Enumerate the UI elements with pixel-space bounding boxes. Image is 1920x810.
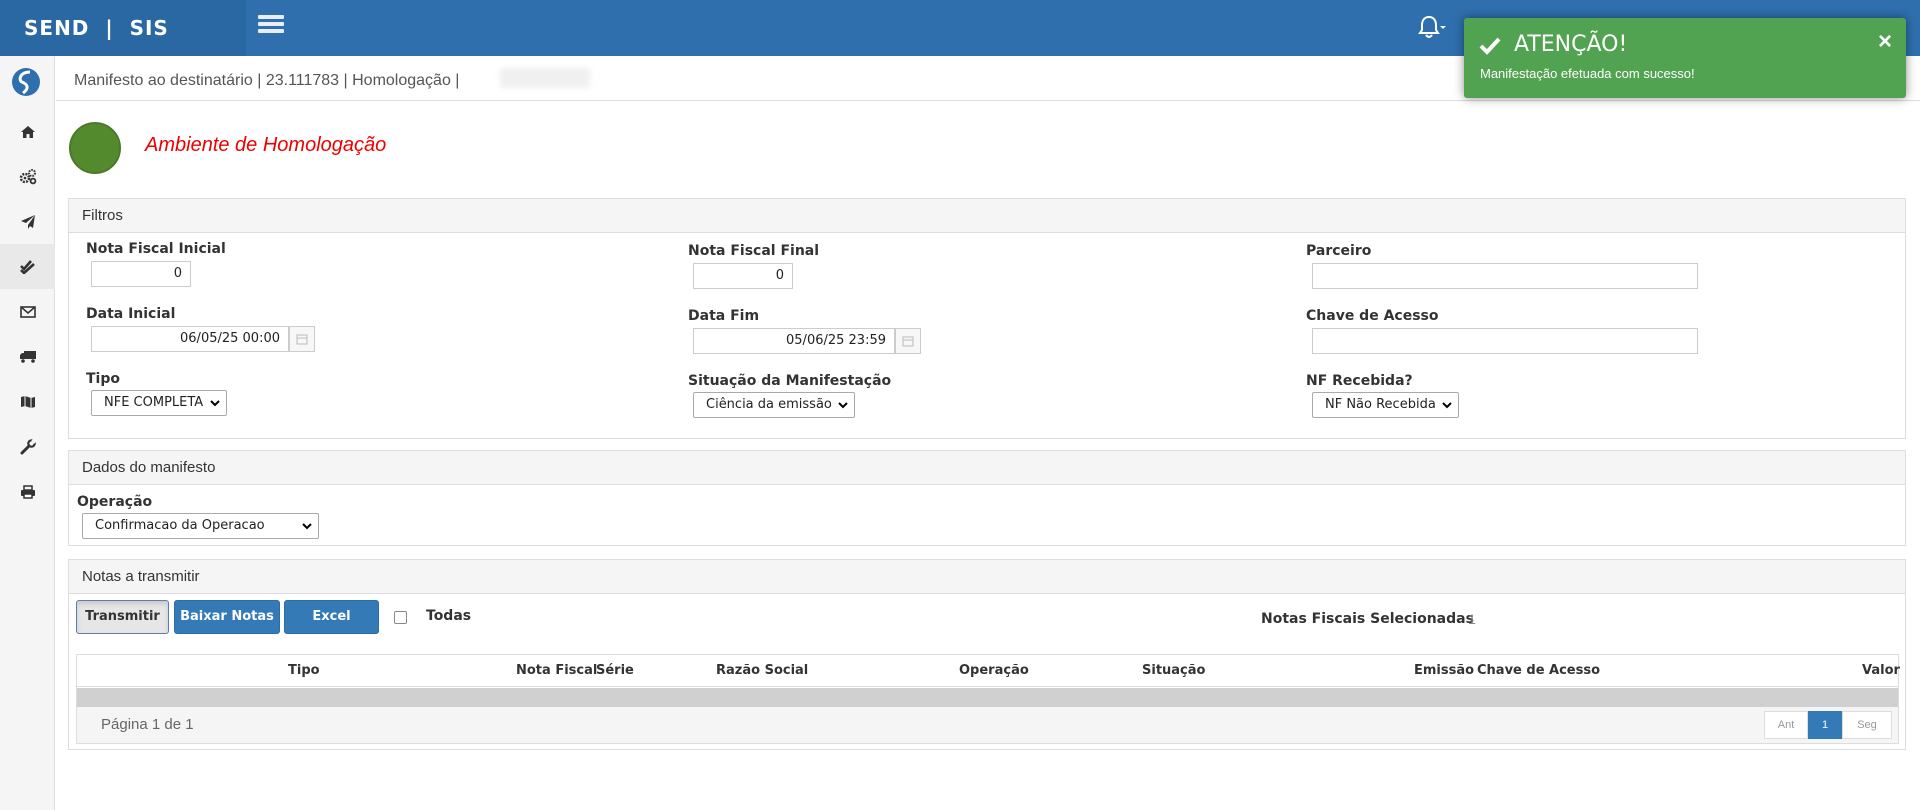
column-header-serie[interactable]: Série	[596, 655, 634, 687]
column-header-situacao[interactable]: Situação	[1142, 655, 1205, 687]
transmitir-button[interactable]: Transmitir	[76, 600, 169, 634]
nf-recebida-select[interactable]: NF Não Recebida	[1312, 392, 1459, 418]
table-empty-row	[77, 688, 1898, 707]
parceiro-label: Parceiro	[1306, 243, 1372, 259]
redacted-area	[500, 68, 590, 88]
nf-final-input[interactable]: 0	[693, 263, 793, 289]
todas-checkbox[interactable]	[394, 611, 407, 624]
nf-inicial-input[interactable]: 0	[91, 261, 191, 287]
chevron-down-icon	[210, 400, 220, 407]
notas-panel: Notas a transmitir Transmitir Baixar Not…	[68, 559, 1906, 750]
situacao-label: Situação da Manifestação	[688, 373, 892, 389]
filters-panel-title: Filtros	[69, 199, 1905, 233]
chevron-down-icon	[838, 402, 848, 409]
chave-acesso-input[interactable]	[1312, 328, 1698, 354]
app-brand[interactable]: SEND | SIS	[0, 0, 246, 56]
filters-panel: Filtros Nota Fiscal Inicial 0 Nota Fisca…	[68, 198, 1906, 439]
excel-button[interactable]: Excel	[284, 600, 379, 634]
wrench-icon[interactable]	[0, 424, 55, 469]
calendar-icon[interactable]	[895, 328, 921, 354]
double-check-icon[interactable]	[0, 244, 55, 289]
tipo-select-value: NFE COMPLETA	[104, 395, 204, 410]
sidebar	[0, 56, 55, 810]
column-header-chave-acesso[interactable]: Chave de Acesso	[1477, 655, 1600, 687]
tipo-select[interactable]: NFE COMPLETA	[91, 390, 227, 416]
data-fim-input[interactable]: 05/06/25 23:59	[693, 328, 895, 354]
data-fim-label: Data Fim	[688, 308, 760, 324]
breadcrumb: Manifesto ao destinatário | 23.111783 | …	[74, 72, 460, 89]
nf-recebida-label: NF Recebida?	[1306, 373, 1413, 389]
checkmark-icon	[1479, 37, 1501, 55]
close-icon[interactable]: ×	[1878, 30, 1892, 54]
operacao-select[interactable]: Confirmacao da Operacao	[82, 513, 319, 539]
nf-recebida-select-value: NF Não Recebida	[1325, 397, 1436, 412]
gears-icon[interactable]	[0, 154, 55, 199]
manifesto-panel: Dados do manifesto Operação Confirmacao …	[68, 450, 1906, 546]
chave-acesso-label: Chave de Acesso	[1306, 308, 1439, 324]
column-header-operacao[interactable]: Operação	[959, 655, 1029, 687]
bell-icon[interactable]	[1418, 14, 1446, 40]
toast-message: Manifestação efetuada com sucesso!	[1480, 66, 1695, 81]
operacao-select-value: Confirmacao da Operacao	[95, 518, 265, 533]
home-icon[interactable]	[0, 109, 55, 154]
situacao-select-value: Ciência da emissão	[706, 397, 832, 412]
operacao-label: Operação	[77, 494, 153, 510]
parceiro-input[interactable]	[1312, 263, 1698, 289]
nf-inicial-label: Nota Fiscal Inicial	[86, 241, 226, 257]
situacao-select[interactable]: Ciência da emissão	[693, 392, 855, 418]
menu-toggle-icon[interactable]	[258, 15, 284, 37]
selecionadas-count: 1	[1468, 611, 1476, 627]
manifesto-panel-title: Dados do manifesto	[69, 451, 1905, 485]
envelope-icon[interactable]	[0, 289, 55, 334]
data-inicial-input[interactable]: 06/05/25 00:00	[91, 326, 289, 352]
selecionadas-label: Notas Fiscais Selecionadas	[1261, 611, 1474, 627]
toast-title: ATENÇÃO!	[1514, 32, 1628, 57]
chevron-down-icon	[1442, 402, 1452, 409]
todas-label: Todas	[426, 608, 472, 624]
paper-plane-icon[interactable]	[0, 199, 55, 244]
app-logo-icon[interactable]	[10, 66, 42, 98]
column-header-valor[interactable]: Valor	[1862, 655, 1900, 687]
success-toast[interactable]: ATENÇÃO! Manifestação efetuada com suces…	[1464, 18, 1906, 98]
chevron-down-icon	[302, 523, 312, 530]
tipo-label: Tipo	[86, 371, 120, 387]
pager-page-1-button[interactable]: 1	[1808, 711, 1842, 739]
nf-final-label: Nota Fiscal Final	[688, 243, 820, 259]
calendar-icon[interactable]	[289, 326, 315, 352]
column-header-nota-fiscal[interactable]: Nota Fiscal	[516, 655, 597, 687]
pager-prev-button[interactable]: Ant	[1764, 711, 1808, 739]
page-info: Página 1 de 1	[101, 716, 194, 733]
environment-status-indicator	[69, 122, 121, 174]
notas-panel-title: Notas a transmitir	[69, 560, 1905, 594]
column-header-emissao[interactable]: Emissão	[1414, 655, 1474, 687]
table-footer: Página 1 de 1 Ant 1 Seg	[77, 707, 1898, 743]
truck-icon[interactable]	[0, 334, 55, 379]
table-header-row: Tipo Nota Fiscal Série Razão Social Oper…	[77, 655, 1900, 687]
map-icon[interactable]	[0, 379, 55, 424]
print-icon[interactable]	[0, 469, 55, 514]
column-header-tipo[interactable]: Tipo	[288, 655, 320, 687]
notas-table: Tipo Nota Fiscal Série Razão Social Oper…	[76, 654, 1900, 744]
data-inicial-label: Data Inicial	[86, 306, 176, 322]
column-header-razao-social[interactable]: Razão Social	[716, 655, 808, 687]
environment-title: Ambiente de Homologação	[145, 134, 387, 156]
baixar-notas-button[interactable]: Baixar Notas	[174, 600, 280, 634]
pager-next-button[interactable]: Seg	[1842, 711, 1892, 739]
